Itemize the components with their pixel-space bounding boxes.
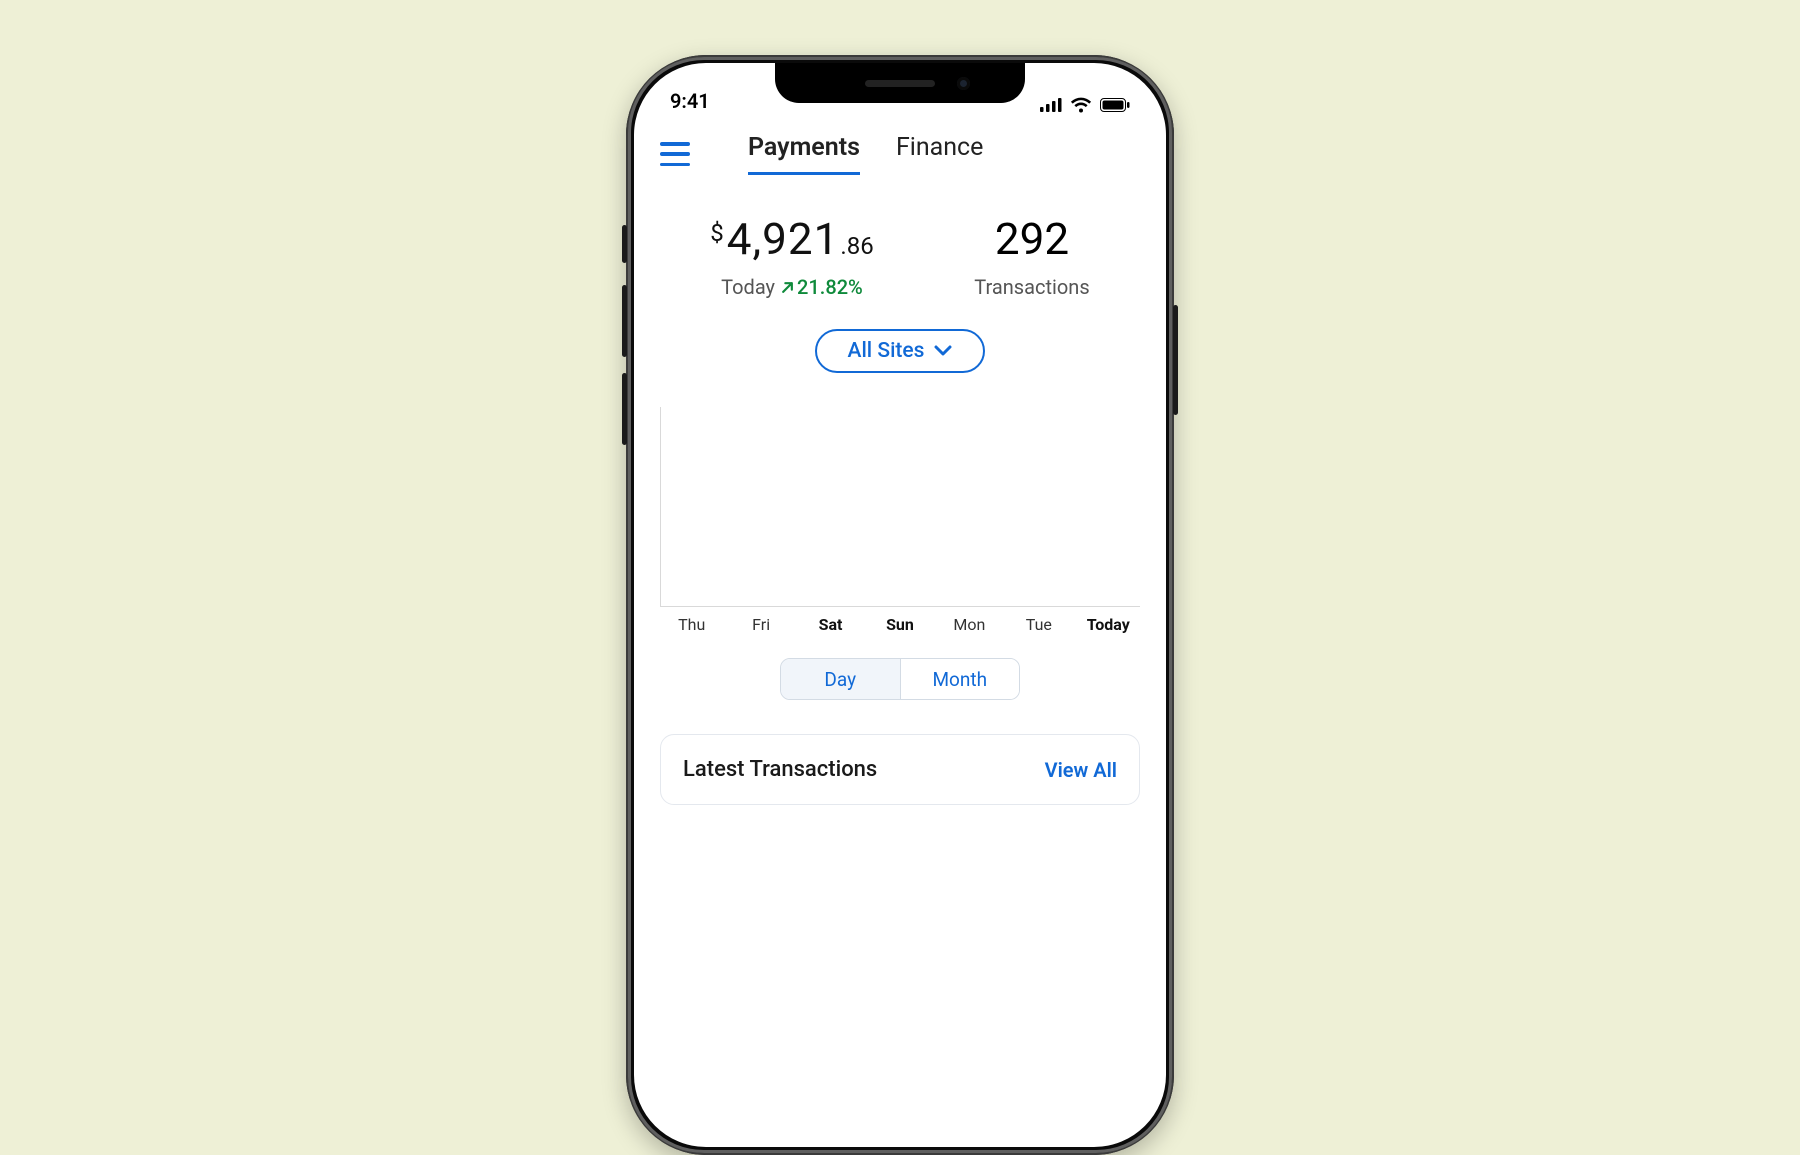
tab-payments[interactable]: Payments <box>748 133 860 175</box>
chart-tick-label: Fri <box>733 615 788 634</box>
phone-screen: 9:41 Payments Finance <box>634 63 1166 1147</box>
stat-amount: $ 4,921 .86 Today 21.82% <box>710 213 873 299</box>
transactions-label: Transactions <box>974 275 1089 299</box>
phone-side-button <box>622 225 627 263</box>
stat-transactions: 292 Transactions <box>974 213 1089 299</box>
phone-frame: 9:41 Payments Finance <box>626 55 1174 1155</box>
chart-tick-label: Sun <box>872 615 927 634</box>
pct-value: 21.82% <box>797 275 863 299</box>
trend-up-icon <box>781 275 794 299</box>
latest-transactions-title: Latest Transactions <box>683 757 877 782</box>
chart-tick-label: Mon <box>942 615 997 634</box>
front-camera <box>957 77 970 90</box>
phone-side-button <box>622 285 627 357</box>
phone-notch <box>775 63 1025 103</box>
site-selector-label: All Sites <box>848 339 925 363</box>
pct-change: 21.82% <box>781 275 863 299</box>
view-all-link[interactable]: View All <box>1045 758 1117 782</box>
chart-tick-label: Thu <box>664 615 719 634</box>
range-segmented: Day Month <box>780 658 1020 700</box>
speaker-grille <box>865 80 935 87</box>
phone-side-button <box>1173 305 1178 415</box>
amount-integer: 4,921 <box>727 213 840 265</box>
wifi-icon <box>1070 97 1092 113</box>
menu-icon[interactable] <box>660 142 690 166</box>
segment-day[interactable]: Day <box>781 659 900 699</box>
chart-tick-label: Sat <box>803 615 858 634</box>
tab-finance[interactable]: Finance <box>896 133 983 175</box>
battery-icon <box>1100 98 1130 112</box>
chart-tick-label: Today <box>1081 615 1136 634</box>
amount-decimal: .86 <box>840 232 873 260</box>
chevron-down-icon <box>934 339 952 363</box>
weekly-chart: Thu Fri Sat Sun Mon Tue Today <box>660 407 1140 634</box>
cellular-signal-icon <box>1040 98 1062 112</box>
phone-side-button <box>622 373 627 445</box>
top-tabs: Payments Finance <box>748 133 983 175</box>
latest-transactions-card: Latest Transactions View All <box>660 734 1140 805</box>
chart-tick-label: Tue <box>1011 615 1066 634</box>
site-selector[interactable]: All Sites <box>815 329 985 373</box>
segment-month[interactable]: Month <box>900 659 1020 699</box>
today-label: Today <box>721 275 775 299</box>
transactions-value: 292 <box>974 213 1089 265</box>
status-time: 9:41 <box>670 89 710 113</box>
currency-symbol: $ <box>710 213 724 247</box>
